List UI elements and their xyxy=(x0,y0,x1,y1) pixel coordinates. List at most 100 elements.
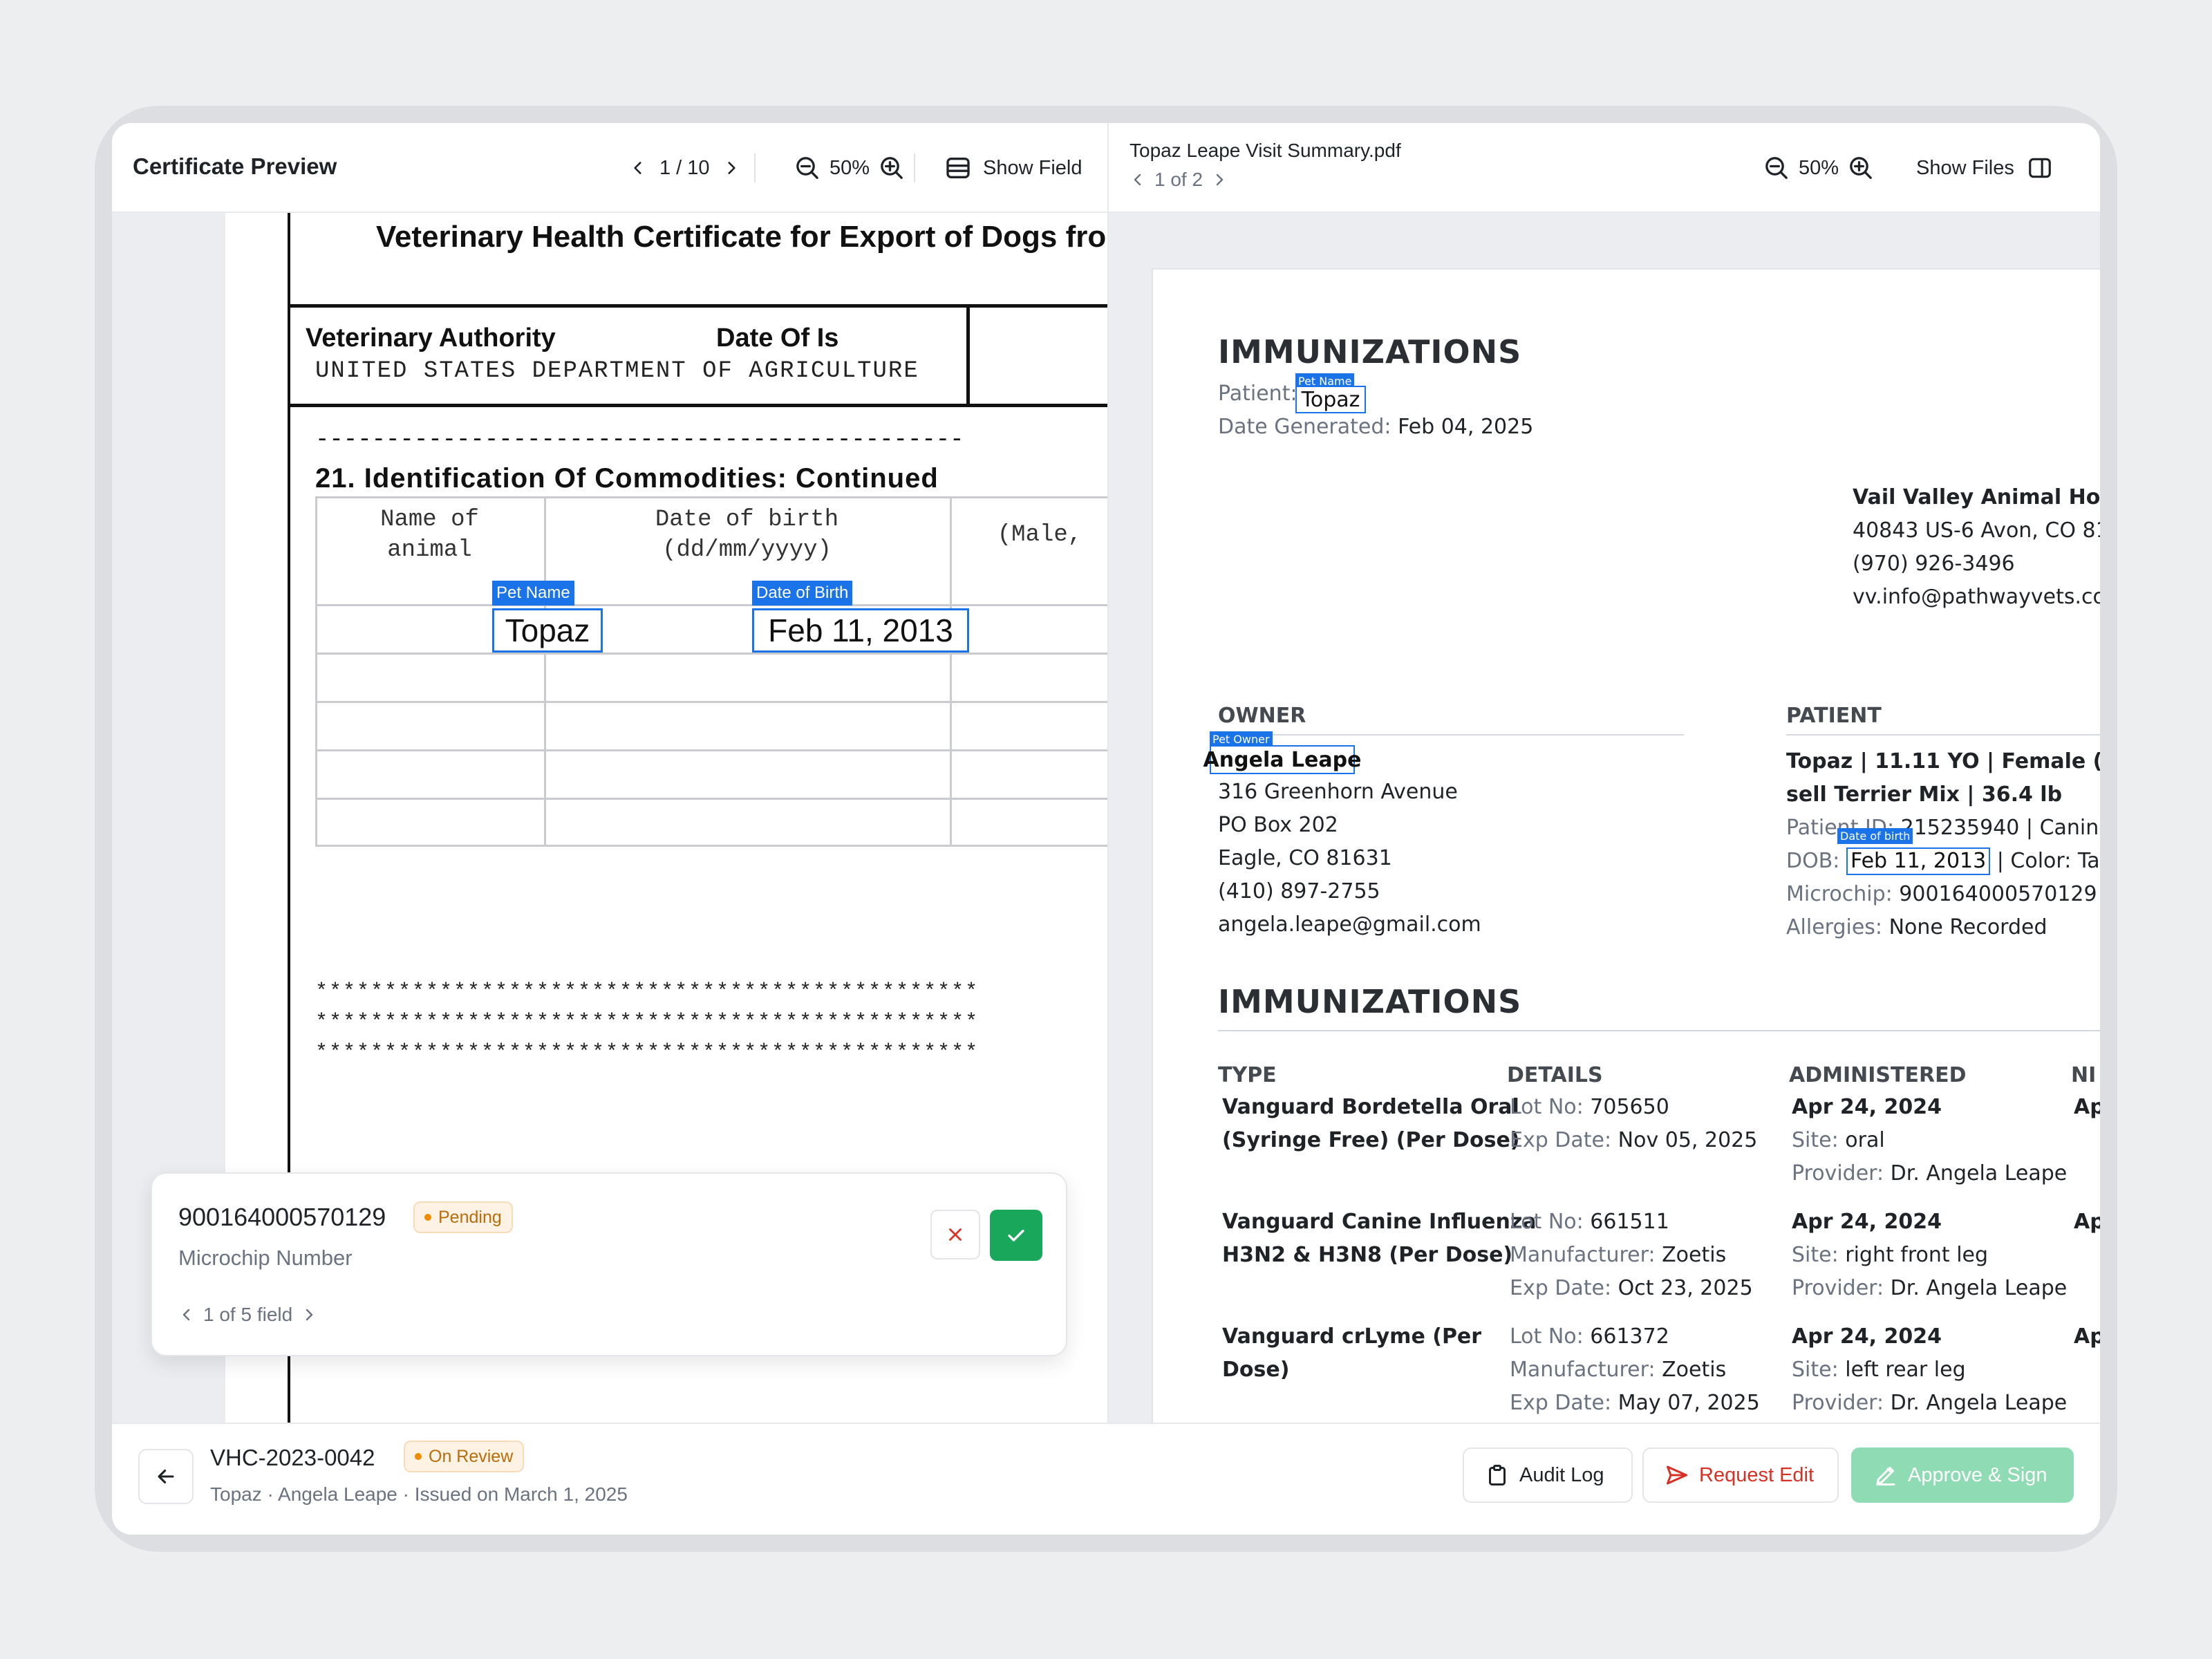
clinic-email: vv.info@pathwayvets.cor xyxy=(1853,585,2100,609)
certificate-subtitle: Topaz · Angela Leape · Issued on March 1… xyxy=(210,1483,628,1505)
file-pager: 1 of 2 xyxy=(1130,169,1228,191)
audit-log-button[interactable]: Audit Log xyxy=(1463,1447,1633,1503)
site-label: Site: xyxy=(1792,1128,1839,1152)
site-label: Site: xyxy=(1792,1243,1839,1267)
site-label: Site: xyxy=(1792,1358,1839,1382)
detail-label: Lot No: xyxy=(1510,1324,1584,1349)
chevron-right-icon[interactable] xyxy=(722,159,740,177)
stars-row: ****************************************… xyxy=(315,1011,980,1034)
detail-line: Lot No: 661372 xyxy=(1510,1320,1669,1353)
page-pager: 1 / 10 xyxy=(629,151,756,185)
detail-line: Exp Date: May 07, 2025 xyxy=(1510,1387,1760,1420)
field-pager: 1 of 5 field xyxy=(178,1304,317,1326)
column-header-name: Name of animal xyxy=(380,507,479,563)
sidebar-panel-icon xyxy=(2027,155,2053,181)
document-viewer[interactable]: IMMUNIZATIONS Patient: Pet Name Topaz Da… xyxy=(1107,213,2100,1423)
grid-line xyxy=(315,845,1107,847)
rule xyxy=(1218,1030,2100,1031)
grid-line xyxy=(315,701,1107,703)
next-due: Ap xyxy=(2074,1324,2100,1349)
owner-line: Eagle, CO 81631 xyxy=(1218,846,1392,870)
provider-line: Provider: Dr. Angela Leape xyxy=(1792,1157,2067,1190)
document-header: Topaz Leape Visit Summary.pdf 1 of 2 50% xyxy=(1107,123,2100,213)
column-header-details: DETAILS xyxy=(1507,1063,1603,1087)
detail-value: 661511 xyxy=(1590,1210,1669,1234)
status-dot xyxy=(415,1453,422,1460)
chevron-right-icon[interactable] xyxy=(301,1306,317,1323)
page-title: Certificate Preview xyxy=(133,153,337,179)
vaccine-type: Vanguard Canine Influenza xyxy=(1222,1210,1537,1234)
chevron-right-icon[interactable] xyxy=(1211,171,1228,188)
detail-label: Manufacturer: xyxy=(1510,1243,1656,1267)
detail-label: Exp Date: xyxy=(1510,1128,1612,1152)
authority-label: Veterinary Authority xyxy=(306,324,556,353)
patient-summary: Topaz | 11.11 YO | Female (Spaye xyxy=(1786,749,2100,774)
column-header-sex: (Male, xyxy=(997,522,1082,548)
pet-name-field[interactable]: Topaz xyxy=(492,608,603,653)
pet-owner-field[interactable]: Angela Leape xyxy=(1203,745,1361,774)
show-field-button[interactable]: Show Field xyxy=(944,149,1082,187)
clinic-phone: (970) 926-3496 xyxy=(1853,552,2015,576)
grid-line xyxy=(315,749,1107,751)
dob-label: DOB: xyxy=(1786,849,1840,873)
accept-button[interactable] xyxy=(990,1210,1042,1261)
certificate-viewer[interactable]: Veterinary Health Certificate for Export… xyxy=(112,213,1107,1423)
dob-field[interactable]: Feb 11, 2013 xyxy=(752,608,969,653)
dob-tag: Date of Birth xyxy=(752,581,853,606)
next-due: Ap xyxy=(2074,1210,2100,1234)
date-generated-label: Date Generated: xyxy=(1218,415,1391,439)
column-header-next: NI xyxy=(2071,1063,2097,1087)
patient-summary: sell Terrier Mix | 36.4 lb xyxy=(1786,782,2063,807)
back-button[interactable] xyxy=(138,1449,194,1504)
certificate-id: VHC-2023-0042 xyxy=(210,1445,375,1470)
detail-value: 661372 xyxy=(1590,1324,1669,1349)
provider-value: Dr. Angela Leape xyxy=(1890,1391,2068,1415)
owner-line: PO Box 202 xyxy=(1218,813,1338,837)
detail-value: Zoetis xyxy=(1662,1243,1727,1267)
microchip-value: 900164000570129 xyxy=(1899,882,2097,906)
zoom-controls: 50% xyxy=(794,149,916,187)
detail-label: Manufacturer: xyxy=(1510,1358,1656,1382)
app-window: Certificate Preview 1 / 10 50% Show Fiel… xyxy=(112,123,2100,1535)
approve-sign-button[interactable]: Approve & Sign xyxy=(1851,1447,2074,1503)
dob-line: DOB: Feb 11, 2013 | Color: Tan Wl xyxy=(1786,845,2100,878)
owner-line: 316 Greenhorn Avenue xyxy=(1218,780,1458,804)
color-value: | Color: Tan Wl xyxy=(1996,849,2100,873)
show-files-button[interactable]: Show Files xyxy=(1916,149,2053,187)
detail-line: Lot No: 705650 xyxy=(1510,1091,1669,1124)
administered-date: Apr 24, 2024 xyxy=(1792,1210,1942,1234)
chevron-left-icon[interactable] xyxy=(1130,171,1146,188)
pet-name-field[interactable]: Topaz xyxy=(1295,386,1366,413)
authority-value: UNITED STATES DEPARTMENT OF AGRICULTURE xyxy=(315,358,919,384)
site-value: oral xyxy=(1845,1128,1885,1152)
zoom-in-icon[interactable] xyxy=(1847,154,1875,182)
detail-label: Lot No: xyxy=(1510,1210,1584,1234)
grid-line xyxy=(315,496,1107,498)
rule xyxy=(288,304,1107,308)
grid-line xyxy=(315,604,1107,606)
site-line: Site: right front leg xyxy=(1792,1239,1988,1272)
status-dot xyxy=(424,1214,431,1221)
zoom-out-icon[interactable] xyxy=(1763,154,1790,182)
document-heading: IMMUNIZATIONS xyxy=(1218,333,1522,371)
owner-line: (410) 897-2755 xyxy=(1218,879,1380,903)
reject-button[interactable] xyxy=(930,1210,980,1259)
microchip-line: Microchip: 900164000570129 xyxy=(1786,878,2097,911)
pen-icon xyxy=(1873,1463,1898,1488)
zoom-out-icon[interactable] xyxy=(794,154,821,182)
dob-field[interactable]: Feb 11, 2013 xyxy=(1846,847,1991,875)
chevron-left-icon[interactable] xyxy=(629,159,647,177)
provider-label: Provider: xyxy=(1792,1161,1884,1185)
zoom-in-icon[interactable] xyxy=(878,154,906,182)
detail-line: Manufacturer: Zoetis xyxy=(1510,1353,1726,1387)
next-due: Ap xyxy=(2074,1095,2100,1119)
administered-date: Apr 24, 2024 xyxy=(1792,1095,1942,1119)
provider-line: Provider: Dr. Angela Leape xyxy=(1792,1272,2067,1305)
arrow-left-icon xyxy=(154,1465,178,1488)
detail-line: Manufacturer: Zoetis xyxy=(1510,1239,1726,1272)
request-edit-button[interactable]: Request Edit xyxy=(1642,1447,1839,1503)
chevron-left-icon[interactable] xyxy=(178,1306,195,1323)
vaccine-type: Dose) xyxy=(1222,1358,1290,1382)
rule xyxy=(1218,734,1684,735)
stars-row: ****************************************… xyxy=(315,980,980,1004)
